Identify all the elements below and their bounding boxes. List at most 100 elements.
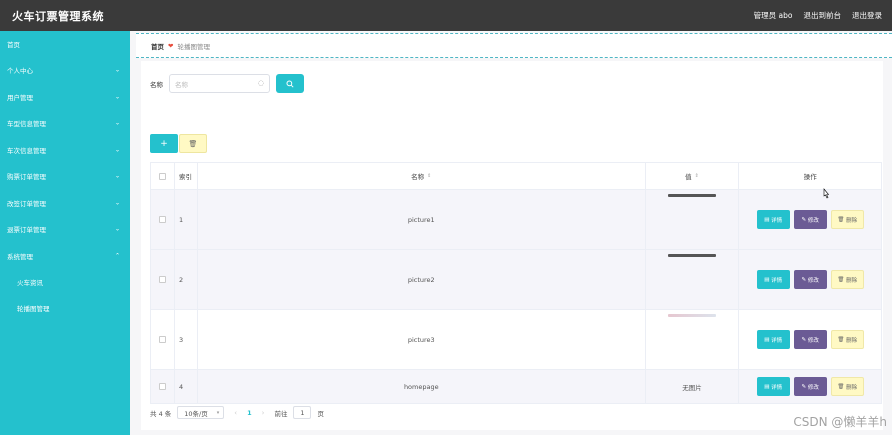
- row-image: [646, 190, 740, 249]
- search-placeholder: 名称: [175, 80, 188, 89]
- delete-button[interactable]: 🗑 删除: [830, 377, 864, 396]
- sidebar-subitem-train-news[interactable]: 火车资讯: [0, 269, 130, 295]
- pagination-total: 共 4 条: [150, 409, 172, 418]
- sidebar-item-train-schedule[interactable]: 车次信息管理 ⌄: [0, 137, 130, 164]
- page-suffix: 页: [317, 409, 324, 418]
- logout-link[interactable]: 退出登录: [852, 10, 882, 21]
- sidebar-item-label: 车型信息管理: [7, 120, 46, 129]
- sidebar-item-train-model[interactable]: 车型信息管理 ⌄: [0, 110, 130, 137]
- detail-button[interactable]: ▤ 详情: [756, 210, 790, 229]
- row-checkbox[interactable]: [158, 336, 166, 343]
- row-image-empty: 无图片: [646, 370, 740, 403]
- mouse-cursor-icon: [823, 188, 830, 199]
- col-name-header[interactable]: 名称 ⇕: [198, 163, 646, 189]
- watermark: CSDN @懒羊羊h: [793, 415, 887, 429]
- table-row: 4 homepage 无图片 ▤ 详情 ✎ 修改 🗑 删除: [151, 370, 881, 403]
- chevron-down-icon: ⌄: [114, 119, 120, 127]
- top-bar: 火车订票管理系统 管理员 abo 退出到前台 退出登录: [0, 0, 892, 31]
- sidebar-item-label: 个人中心: [7, 67, 33, 76]
- delete-button[interactable]: 🗑 删除: [830, 330, 864, 349]
- sidebar-item-change-orders[interactable]: 改签订单管理 ⌄: [0, 190, 130, 217]
- sidebar-subitem-label: 火车资讯: [17, 279, 43, 287]
- table-row: 1 picture1 ▤ 详情 ✎ 修改 🗑 删除: [151, 190, 881, 250]
- row-name: picture2: [198, 250, 646, 309]
- sort-icon[interactable]: ⇕: [427, 173, 431, 179]
- chevron-up-icon: ⌃: [114, 252, 120, 260]
- delete-button[interactable]: 🗑 删除: [830, 270, 864, 289]
- breadcrumb: 首页 ❤ 轮播图管理: [136, 33, 892, 58]
- row-actions: ▤ 详情 ✎ 修改 🗑 删除: [739, 250, 881, 309]
- col-index-header: 索引: [175, 163, 198, 189]
- row-name: picture3: [198, 310, 646, 369]
- detail-button[interactable]: ▤ 详情: [756, 270, 790, 289]
- sidebar-subitem-carousel[interactable]: 轮播图管理: [0, 295, 130, 321]
- search-label: 名称: [150, 80, 163, 89]
- delete-button[interactable]: 🗑 删除: [830, 210, 864, 229]
- sidebar-item-ticket-orders[interactable]: 购票订单管理 ⌄: [0, 163, 130, 190]
- row-checkbox[interactable]: [158, 383, 166, 390]
- sidebar-item-refund-orders[interactable]: 退票订单管理 ⌄: [0, 216, 130, 243]
- row-actions: ▤ 详情 ✎ 修改 🗑 删除: [739, 310, 881, 369]
- app-title: 火车订票管理系统: [12, 9, 104, 23]
- row-index: 3: [175, 310, 198, 369]
- col-ops-header: 操作: [803, 173, 817, 181]
- breadcrumb-home[interactable]: 首页: [151, 41, 164, 51]
- search-button[interactable]: [276, 74, 304, 93]
- search-clear-icon: ◌: [257, 79, 264, 87]
- chevron-down-icon: ⌄: [114, 93, 120, 101]
- row-checkbox[interactable]: [158, 276, 166, 283]
- image-thumbnail: [668, 194, 717, 197]
- chevron-down-icon: ▾: [216, 409, 220, 416]
- col-image-header[interactable]: 值 ⇕: [646, 163, 740, 189]
- row-name: homepage: [198, 370, 646, 403]
- batch-delete-button[interactable]: 🗑: [179, 134, 207, 153]
- detail-button[interactable]: ▤ 详情: [756, 330, 790, 349]
- next-page-button[interactable]: ›: [262, 409, 265, 417]
- chevron-down-icon: ⌄: [114, 199, 120, 207]
- edit-button[interactable]: ✎ 修改: [793, 330, 827, 349]
- page-number-current[interactable]: 1: [247, 409, 252, 417]
- chevron-down-icon: ⌄: [114, 146, 120, 154]
- goto-page-input[interactable]: 1: [293, 406, 312, 419]
- chevron-down-icon: ⌄: [114, 225, 120, 233]
- table-row: 3 picture3 ▤ 详情 ✎ 修改 🗑 删除: [151, 310, 881, 370]
- page-size-select[interactable]: 10条/页 ▾: [177, 406, 225, 419]
- row-image: [646, 250, 740, 309]
- sidebar-item-personal-center[interactable]: 个人中心 ⌄: [0, 57, 130, 84]
- sidebar-item-label: 改签订单管理: [7, 199, 46, 208]
- main-area: 首页 ❤ 轮播图管理 名称 名称 ◌ + 🗑 索引 名称 ⇕ 值 ⇕ 操作 1 …: [130, 31, 892, 435]
- select-all-checkbox[interactable]: [158, 172, 166, 180]
- row-index: 4: [175, 370, 198, 403]
- edit-button[interactable]: ✎ 修改: [793, 270, 827, 289]
- sidebar-item-label: 购票订单管理: [7, 173, 46, 182]
- sidebar-item-home[interactable]: 首页: [0, 31, 130, 57]
- row-index: 1: [175, 190, 198, 249]
- prev-page-button[interactable]: ‹: [234, 409, 237, 417]
- admin-label: 管理员 abo: [753, 11, 793, 20]
- sidebar-item-user-management[interactable]: 用户管理 ⌄: [0, 84, 130, 111]
- sidebar-item-label: 首页: [7, 41, 20, 49]
- sidebar-subitem-label: 轮播图管理: [17, 305, 50, 313]
- data-table: 索引 名称⇕ 值⇕ 操作 1 picture1 ▤ 详情 ✎ 修改 🗑 删除: [150, 162, 882, 404]
- back-to-front-link[interactable]: 退出到前台: [804, 10, 842, 21]
- search-input[interactable]: 名称 ◌: [169, 74, 270, 93]
- sort-icon[interactable]: ⇕: [695, 173, 699, 179]
- sidebar-item-label: 用户管理: [7, 93, 33, 102]
- search-icon: [286, 79, 294, 88]
- sidebar-item-system-management[interactable]: 系统管理 ⌃: [0, 243, 130, 270]
- image-thumbnail: [668, 254, 717, 257]
- sidebar: 首页 个人中心 ⌄ 用户管理 ⌄ 车型信息管理 ⌄ 车次信息管理 ⌄ 购票订单管理 ⌄ 改…: [0, 31, 130, 435]
- add-button[interactable]: +: [150, 134, 178, 153]
- heart-icon: ❤: [168, 41, 174, 50]
- detail-button[interactable]: ▤ 详情: [756, 377, 790, 396]
- edit-button[interactable]: ✎ 修改: [793, 210, 827, 229]
- table-header: 索引 名称 ⇕ 值 ⇕ 操作: [151, 163, 881, 190]
- pagination: 共 4 条 10条/页 ▾ ‹ 1 › 前往 1 页: [150, 406, 324, 419]
- goto-label: 前往: [274, 409, 288, 418]
- edit-button[interactable]: ✎ 修改: [793, 377, 827, 396]
- chevron-down-icon: ⌄: [114, 66, 120, 74]
- row-checkbox[interactable]: [158, 216, 166, 223]
- content-panel: 名称 名称 ◌ + 🗑 索引 名称 ⇕ 值 ⇕ 操作 1 picture1 ▤ …: [141, 61, 883, 430]
- top-bar-actions: 管理员 abo 退出到前台 退出登录: [754, 10, 892, 21]
- row-index: 2: [175, 250, 198, 309]
